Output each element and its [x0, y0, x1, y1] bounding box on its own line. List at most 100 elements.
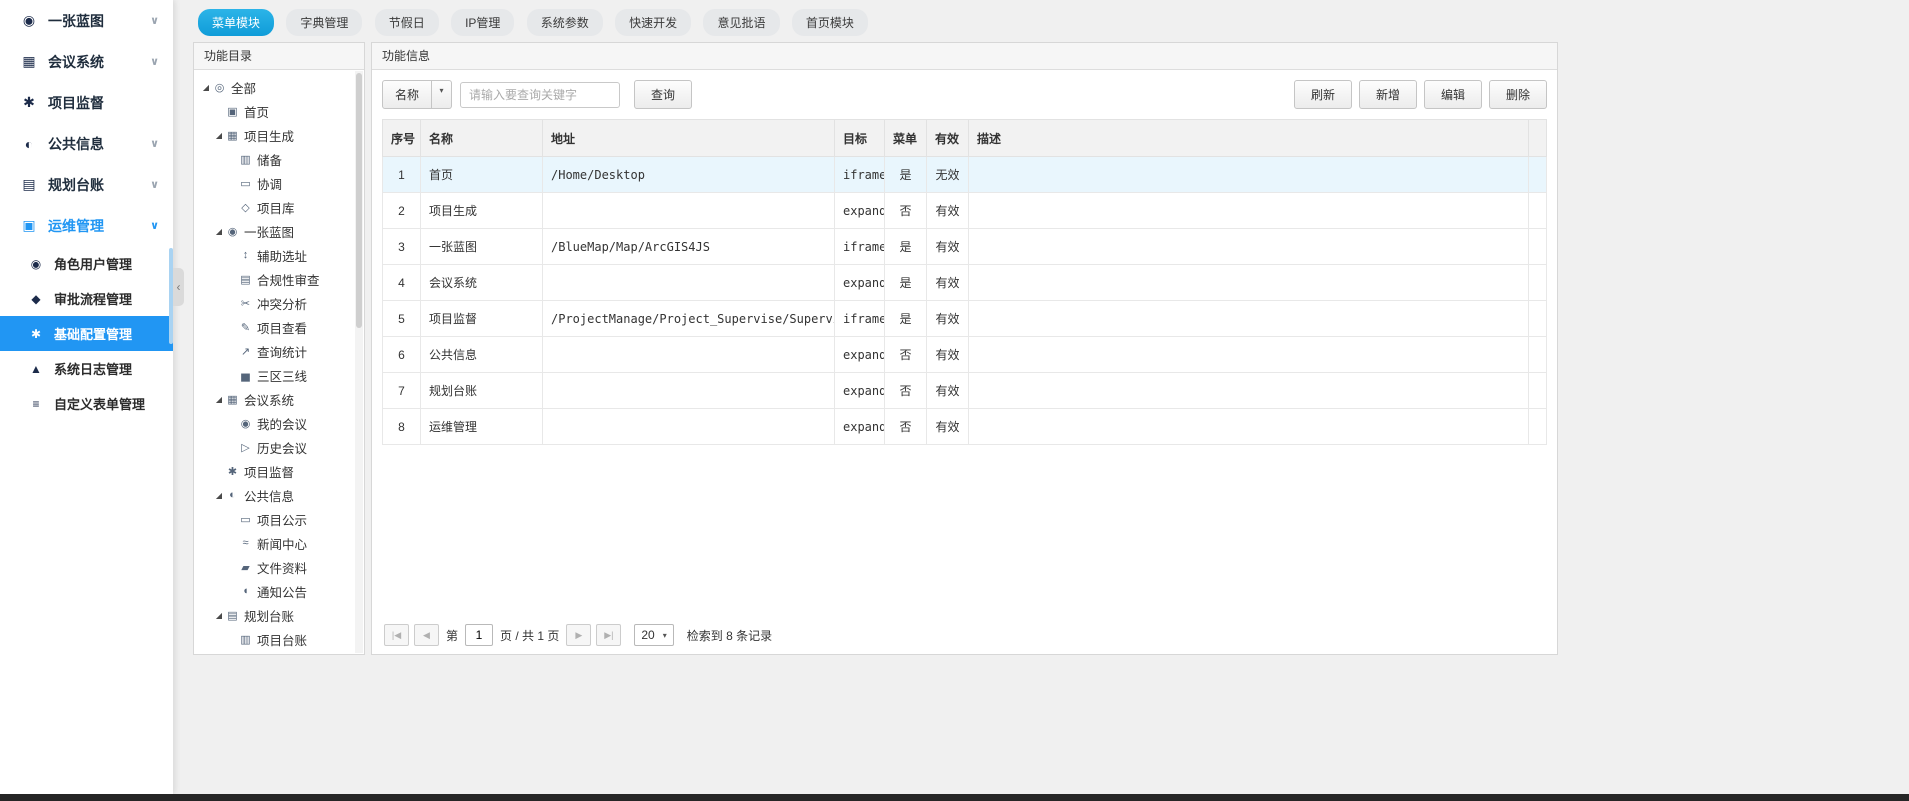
module-tab[interactable]: 首页模块: [792, 9, 868, 36]
tree-item[interactable]: ◢ ◉ 一张蓝图: [196, 219, 354, 243]
cell-target: expand: [835, 265, 885, 301]
chevron-down-icon[interactable]: ▾: [432, 80, 452, 109]
zones-icon: ▅: [238, 369, 253, 382]
sidebar-subitem[interactable]: ◉ 角色用户管理: [0, 246, 173, 281]
database-icon: ≡: [28, 397, 44, 411]
sidebar-item[interactable]: ✱ 项目监督: [0, 82, 173, 123]
module-tab[interactable]: 字典管理: [286, 9, 362, 36]
first-page-button[interactable]: |◀: [384, 624, 409, 646]
chevron-down-icon: ∨: [150, 55, 159, 68]
info-icon: ◐: [20, 136, 38, 152]
next-page-button[interactable]: ▶: [566, 624, 591, 646]
tree-scrollbar-thumb[interactable]: [356, 73, 362, 328]
tree-item[interactable]: ▅ 三区三线: [196, 363, 354, 387]
search-field-selector[interactable]: 名称 ▾: [382, 80, 452, 109]
tree-expander-icon[interactable]: ◢: [213, 491, 225, 500]
tree-expander-icon[interactable]: ◢: [213, 395, 225, 404]
function-tree: ◢ ◎ 全部 ▣ 首页 ◢ ▦ 项目生成 ▥ 储备: [194, 70, 364, 654]
tree-item[interactable]: ◇ 项目库: [196, 195, 354, 219]
add-button[interactable]: 新增: [1359, 80, 1417, 109]
module-tab[interactable]: 菜单模块: [198, 9, 274, 36]
tree-item[interactable]: ◉ 我的会议: [196, 411, 354, 435]
cell-url: /Home/Desktop: [543, 157, 835, 193]
tree-item[interactable]: ▣ 首页: [196, 99, 354, 123]
sidebar-item[interactable]: ◐ 公共信息 ∨: [0, 123, 173, 164]
module-tab[interactable]: 快速开发: [615, 9, 691, 36]
tree-item[interactable]: ↗ 查询统计: [196, 339, 354, 363]
tree-item[interactable]: ✱ 项目监督: [196, 459, 354, 483]
edit-button[interactable]: 编辑: [1424, 80, 1482, 109]
sidebar-subitem[interactable]: ▲ 系统日志管理: [0, 351, 173, 386]
tree-expander-icon[interactable]: ◢: [213, 131, 225, 140]
tree-item[interactable]: ✎ 项目查看: [196, 315, 354, 339]
chevron-down-icon: ▾: [663, 631, 667, 640]
tree-item[interactable]: ▤ 合规性审查: [196, 267, 354, 291]
search-field-label[interactable]: 名称: [382, 80, 432, 109]
sidebar-collapse-handle[interactable]: ‹: [173, 268, 184, 306]
sidebar-item[interactable]: ▤ 规划台账 ∨: [0, 164, 173, 205]
tree-item[interactable]: ▰ 文件资料: [196, 555, 354, 579]
table-row[interactable]: 5 项目监督 /ProjectManage/Project_Supervise/…: [383, 301, 1547, 337]
last-page-button[interactable]: ▶|: [596, 624, 621, 646]
table-row[interactable]: 3 一张蓝图 /BlueMap/Map/ArcGIS4JS iframe 是 有…: [383, 229, 1547, 265]
tree-expander-icon[interactable]: ◢: [200, 83, 212, 92]
cell-url: [543, 193, 835, 229]
tree-item[interactable]: ▭ 协调: [196, 171, 354, 195]
cell-valid: 有效: [927, 301, 969, 337]
cell-valid: 有效: [927, 229, 969, 265]
tree-item[interactable]: ◖ 通知公告: [196, 579, 354, 603]
cell-seq: 1: [383, 157, 421, 193]
page-number-input[interactable]: [465, 624, 493, 646]
sidebar-subitem[interactable]: ✱ 基础配置管理: [0, 316, 173, 351]
sidebar-subitem[interactable]: ◆ 审批流程管理: [0, 281, 173, 316]
sidebar-item[interactable]: ▦ 会议系统 ∨: [0, 41, 173, 82]
search-input[interactable]: [460, 82, 620, 108]
page-size-select[interactable]: 20 ▾: [634, 624, 673, 646]
module-tab[interactable]: 系统参数: [527, 9, 603, 36]
table-row[interactable]: 7 规划台账 expand 否 有效: [383, 373, 1547, 409]
tree-item[interactable]: ↕ 辅助选址: [196, 243, 354, 267]
delete-button[interactable]: 删除: [1489, 80, 1547, 109]
module-tab[interactable]: 意见批语: [703, 9, 779, 36]
tree-scrollbar[interactable]: [355, 71, 363, 653]
tree-item[interactable]: ◢ ◐ 公共信息: [196, 483, 354, 507]
table-row[interactable]: 8 运维管理 expand 否 有效: [383, 409, 1547, 445]
cell-target: iframe: [835, 301, 885, 337]
tree-item-label: 会议系统: [244, 390, 294, 409]
sidebar-subitem-label: 系统日志管理: [54, 359, 132, 378]
tree-item[interactable]: ▭ 项目公示: [196, 507, 354, 531]
refresh-button[interactable]: 刷新: [1294, 80, 1352, 109]
sidebar-item[interactable]: ▣ 运维管理 ∨: [0, 205, 173, 246]
query-button[interactable]: 查询: [634, 80, 692, 109]
tree-expander-icon[interactable]: ◢: [213, 611, 225, 620]
tree-item[interactable]: ▥ 项目台账: [196, 627, 354, 651]
table-row[interactable]: 1 首页 /Home/Desktop iframe 是 无效: [383, 157, 1547, 193]
module-tab[interactable]: IP管理: [451, 9, 514, 36]
table-row[interactable]: 4 会议系统 expand 是 有效: [383, 265, 1547, 301]
tree-item[interactable]: ◢ ▦ 会议系统: [196, 387, 354, 411]
tree-expander-icon[interactable]: ◢: [213, 227, 225, 236]
tree-item[interactable]: ◢ ▦ 项目生成: [196, 123, 354, 147]
sidebar-subitem[interactable]: ≡ 自定义表单管理: [0, 386, 173, 421]
cell-name: 项目监督: [421, 301, 543, 337]
table-row[interactable]: 6 公共信息 expand 否 有效: [383, 337, 1547, 373]
tree-item-label: 合规性审查: [257, 270, 320, 289]
cell-seq: 8: [383, 409, 421, 445]
cell-valid: 有效: [927, 409, 969, 445]
tree-item[interactable]: ◢ ▤ 规划台账: [196, 603, 354, 627]
table-row[interactable]: 2 项目生成 expand 否 有效: [383, 193, 1547, 229]
cell-target: expand: [835, 337, 885, 373]
tree-item[interactable]: ▥ 储备: [196, 147, 354, 171]
tree-item[interactable]: ✂ 冲突分析: [196, 291, 354, 315]
cell-desc: [969, 265, 1529, 301]
sidebar-item[interactable]: ◉ 一张蓝图 ∨: [0, 0, 173, 41]
prev-page-button[interactable]: ◀: [414, 624, 439, 646]
tree-item[interactable]: ◢ ◎ 全部: [196, 75, 354, 99]
module-tab[interactable]: 节假日: [375, 9, 439, 36]
cell-target: iframe: [835, 157, 885, 193]
tree-item-label: 项目生成: [244, 126, 294, 145]
tree-item[interactable]: ≈ 新闻中心: [196, 531, 354, 555]
cell-desc: [969, 193, 1529, 229]
tree-item[interactable]: ▷ 历史会议: [196, 435, 354, 459]
sidebar-item-label: 一张蓝图: [48, 11, 150, 31]
